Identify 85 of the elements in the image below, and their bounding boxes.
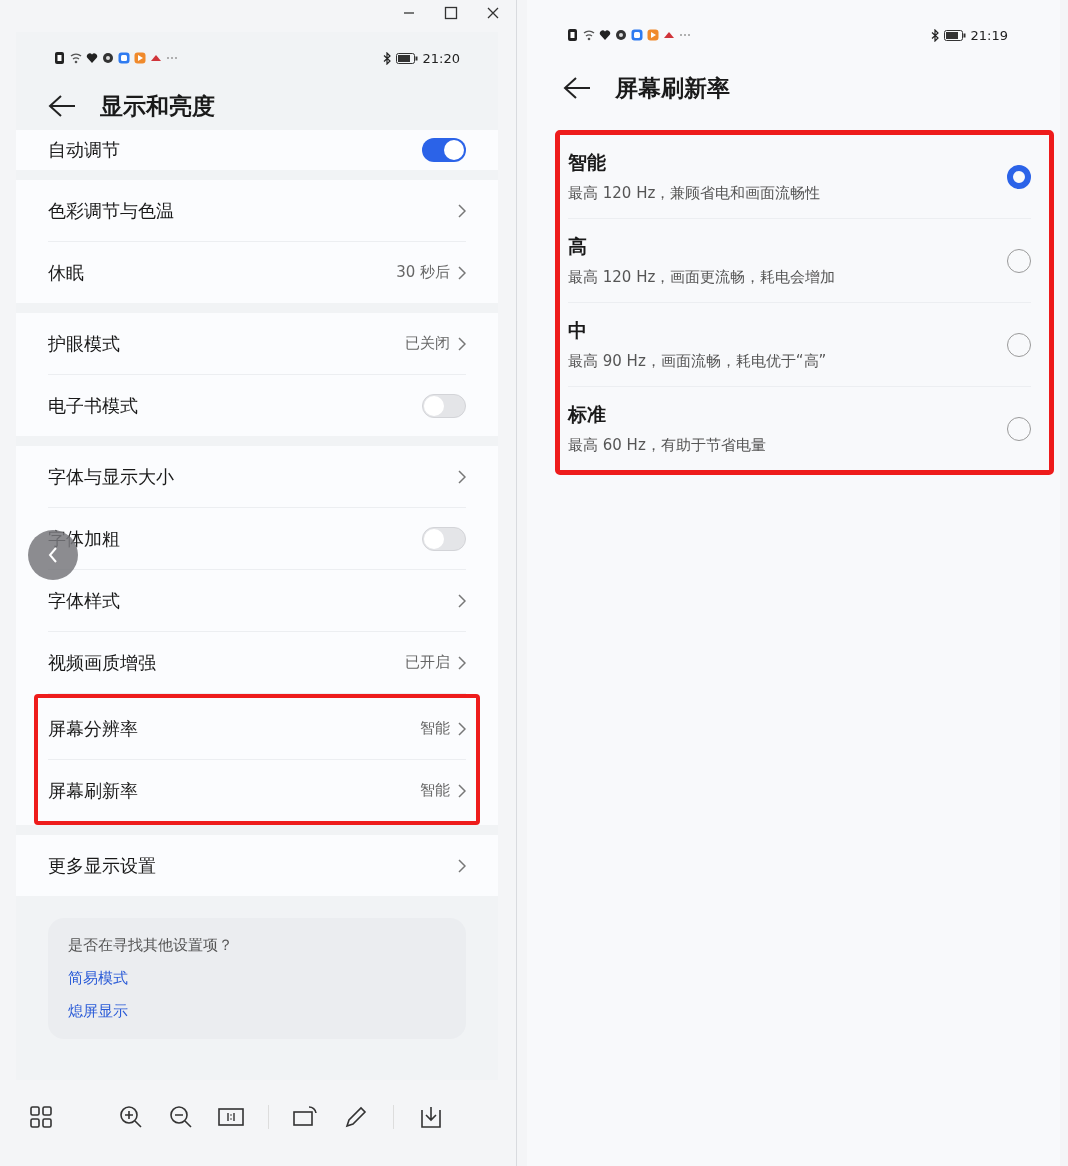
download-icon[interactable]	[418, 1104, 444, 1130]
setting-label: 字体样式	[48, 588, 120, 613]
setting-row[interactable]: 屏幕刷新率 智能	[48, 760, 466, 821]
setting-row[interactable]: 视频画质增强 已开启	[48, 632, 466, 694]
back-arrow-icon[interactable]	[48, 94, 76, 118]
chevron-right-icon	[458, 858, 466, 873]
setting-label: 视频画质增强	[48, 650, 156, 675]
app-icon	[631, 28, 643, 42]
zoom-out-icon[interactable]	[168, 1104, 194, 1130]
page-title: 屏幕刷新率	[615, 73, 730, 103]
setting-label: 电子书模式	[48, 393, 138, 418]
suggestion-link[interactable]: 简易模式	[68, 969, 128, 988]
option-label: 高	[568, 234, 588, 259]
toggle-switch[interactable]	[422, 138, 466, 162]
toggle-switch[interactable]	[422, 526, 466, 551]
suggestion-link[interactable]: 熄屏显示	[68, 1002, 128, 1021]
wifi-icon	[70, 51, 82, 65]
sim-icon	[54, 51, 66, 65]
setting-row[interactable]: 护眼模式 已关闭	[48, 313, 466, 375]
option-description: 最高 120 Hz，画面更流畅，耗电会增加	[568, 268, 836, 287]
setting-label: 字体加粗	[48, 526, 120, 551]
setting-row[interactable]: 屏幕分辨率 智能	[48, 698, 466, 760]
back-arrow-icon[interactable]	[563, 76, 591, 100]
chevron-right-icon	[458, 336, 466, 351]
play-icon	[134, 51, 146, 65]
setting-label: 更多显示设置	[48, 853, 156, 878]
refresh-rate-option[interactable]: 智能 最高 120 Hz，兼顾省电和画面流畅性	[568, 135, 1031, 219]
option-label: 标准	[568, 402, 607, 427]
chevron-right-icon	[458, 593, 466, 608]
battery-icon	[395, 52, 418, 64]
battery-icon	[943, 29, 966, 41]
zoom-in-icon[interactable]	[118, 1104, 144, 1130]
globe-icon	[615, 28, 627, 42]
setting-value: 智能	[420, 719, 450, 738]
chevron-right-icon	[458, 721, 466, 736]
chevron-left-icon	[47, 546, 59, 564]
refresh-rate-option[interactable]: 标准 最高 60 Hz，有助于节省电量	[568, 387, 1031, 470]
app-icon	[118, 51, 130, 65]
option-description: 最高 120 Hz，兼顾省电和画面流畅性	[568, 184, 821, 203]
toggle-switch[interactable]	[422, 393, 466, 418]
bluetooth-icon	[382, 51, 391, 65]
heart-icon	[599, 28, 611, 42]
setting-label: 字体与显示大小	[48, 464, 174, 489]
option-description: 最高 90 Hz，画面流畅，耗电优于“高”	[568, 352, 827, 371]
setting-value: 30 秒后	[396, 263, 450, 282]
close-icon[interactable]	[486, 6, 500, 20]
setting-row[interactable]: 更多显示设置	[48, 835, 466, 896]
option-label: 中	[568, 318, 588, 343]
chevron-right-icon	[458, 203, 466, 218]
setting-label: 休眠	[48, 260, 84, 285]
radio-button[interactable]	[1007, 164, 1031, 189]
refresh-rate-option[interactable]: 中 最高 90 Hz，画面流畅，耗电优于“高”	[568, 303, 1031, 387]
chevron-right-icon	[458, 265, 466, 280]
setting-label: 护眼模式	[48, 331, 120, 356]
sim-icon	[567, 28, 579, 42]
setting-label: 屏幕分辨率	[48, 716, 138, 741]
pencil-icon[interactable]	[343, 1104, 369, 1130]
setting-value: 已开启	[405, 653, 450, 672]
option-label: 智能	[568, 150, 607, 175]
heart-icon	[86, 51, 98, 65]
wifi-icon	[583, 28, 595, 42]
status-time: 21:20	[422, 50, 460, 66]
option-description: 最高 60 Hz，有助于节省电量	[568, 436, 766, 455]
setting-row[interactable]: 休眠 30 秒后	[48, 242, 466, 303]
setting-row[interactable]: 电子书模式	[48, 375, 466, 436]
setting-label: 色彩调节与色温	[48, 198, 174, 223]
setting-row[interactable]: 字体与显示大小	[48, 446, 466, 508]
globe-icon	[102, 51, 114, 65]
maximize-icon[interactable]	[444, 6, 458, 20]
setting-row[interactable]: 自动调节	[48, 130, 466, 170]
setting-value: 智能	[420, 781, 450, 800]
chevron-right-icon	[458, 783, 466, 798]
chevron-right-icon	[458, 655, 466, 670]
page-title: 显示和亮度	[100, 91, 215, 121]
setting-value: 已关闭	[405, 334, 450, 353]
status-time: 21:19	[970, 27, 1008, 43]
chevron-right-icon	[458, 469, 466, 484]
bluetooth-icon	[930, 28, 939, 42]
setting-label: 屏幕刷新率	[48, 778, 138, 803]
setting-row[interactable]: 色彩调节与色温	[48, 180, 466, 242]
suggestion-question: 是否在寻找其他设置项？	[68, 936, 234, 955]
refresh-rate-option[interactable]: 高 最高 120 Hz，画面更流畅，耗电会增加	[568, 219, 1031, 303]
setting-label: 自动调节	[48, 138, 120, 162]
grid-icon[interactable]	[28, 1104, 54, 1130]
play-icon	[647, 28, 659, 42]
